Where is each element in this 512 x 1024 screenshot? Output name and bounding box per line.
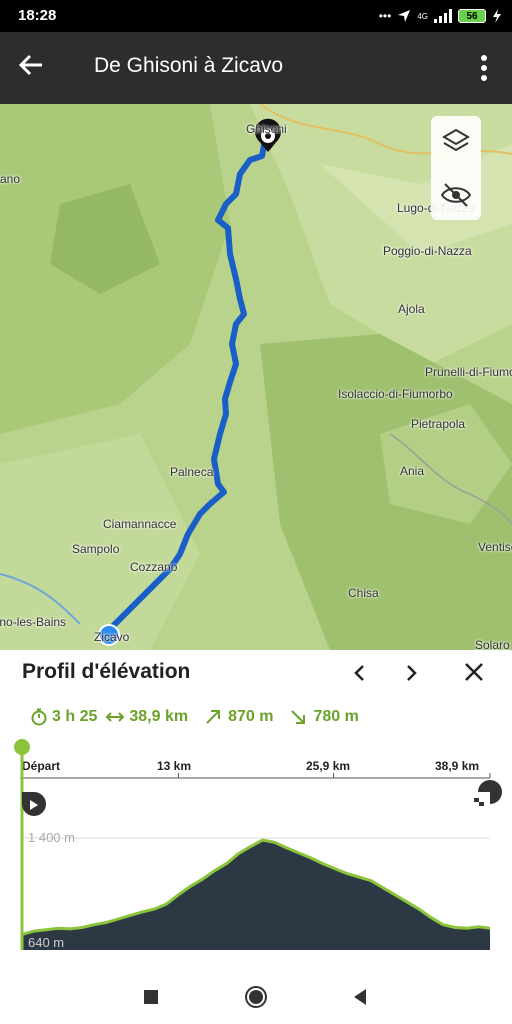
system-nav-bar bbox=[0, 970, 512, 1024]
map-label: Chisa bbox=[348, 586, 379, 600]
map-label: Ventiseri bbox=[478, 540, 512, 554]
charging-icon bbox=[493, 9, 501, 23]
map-label: Zicavo bbox=[94, 630, 130, 644]
more-vertical-icon bbox=[481, 55, 487, 81]
home-button[interactable] bbox=[241, 982, 271, 1012]
status-bar: 18:28 ••• 4G 56 bbox=[0, 0, 512, 32]
recents-button[interactable] bbox=[136, 982, 166, 1012]
square-icon bbox=[144, 990, 158, 1004]
dots-icon: ••• bbox=[378, 9, 392, 23]
triangle-left-icon bbox=[354, 989, 366, 1005]
circle-icon bbox=[245, 986, 267, 1008]
status-time: 18:28 bbox=[18, 7, 57, 24]
network-type: 4G bbox=[417, 11, 428, 21]
hide-overlay-button[interactable] bbox=[431, 170, 481, 220]
map-label: Isolaccio-di-Fiumorbo bbox=[338, 387, 453, 401]
map-view[interactable]: Ghisoni ano Lugo-di-Nazza Poggio-di-Nazz… bbox=[0, 104, 512, 650]
app-bar: De Ghisoni à Zicavo bbox=[0, 32, 512, 104]
map-label: Prunelli-di-Fiumorbo bbox=[425, 365, 512, 379]
page-title: De Ghisoni à Zicavo bbox=[94, 54, 284, 77]
back-nav-button[interactable] bbox=[346, 982, 376, 1012]
map-label: Guagno-les-Bains bbox=[0, 615, 67, 629]
battery-icon: 56 bbox=[458, 9, 486, 23]
position-marker-handle[interactable] bbox=[14, 739, 30, 755]
start-icon bbox=[22, 792, 46, 816]
map-label: Palneca bbox=[170, 465, 214, 479]
status-icons: ••• 4G 56 bbox=[379, 6, 502, 26]
map-label: Ajola bbox=[398, 302, 425, 316]
back-button[interactable] bbox=[16, 50, 56, 86]
elevation-chart[interactable]: 1 400 m 640 m bbox=[0, 650, 512, 970]
map-label: Ania bbox=[400, 464, 425, 478]
map-controls bbox=[431, 116, 481, 220]
map-label: Poggio-di-Nazza bbox=[383, 244, 472, 258]
signal-icon bbox=[434, 9, 452, 23]
map-label: ano bbox=[0, 172, 21, 186]
elevation-panel: Profil d'élévation 3 h 25 38,9 km 870 m … bbox=[0, 650, 512, 970]
map-label: Ghisoni bbox=[246, 122, 287, 136]
layers-icon bbox=[442, 128, 470, 152]
map-label: Solaro bbox=[475, 638, 510, 650]
y-tick-label: 640 m bbox=[28, 935, 64, 950]
map-label: Sampolo bbox=[72, 542, 120, 556]
more-menu-button[interactable] bbox=[470, 52, 498, 84]
finish-flag-icon bbox=[474, 780, 502, 806]
map-label: Pietrapola bbox=[411, 417, 466, 431]
location-icon bbox=[398, 10, 411, 22]
eye-off-icon bbox=[440, 183, 472, 207]
map-label: Cozzano bbox=[130, 560, 178, 574]
map-label: Ciamannacce bbox=[103, 517, 177, 531]
elevation-area bbox=[22, 840, 490, 950]
arrow-left-icon bbox=[18, 54, 42, 76]
layers-button[interactable] bbox=[431, 116, 481, 166]
y-tick-label: 1 400 m bbox=[28, 830, 75, 845]
